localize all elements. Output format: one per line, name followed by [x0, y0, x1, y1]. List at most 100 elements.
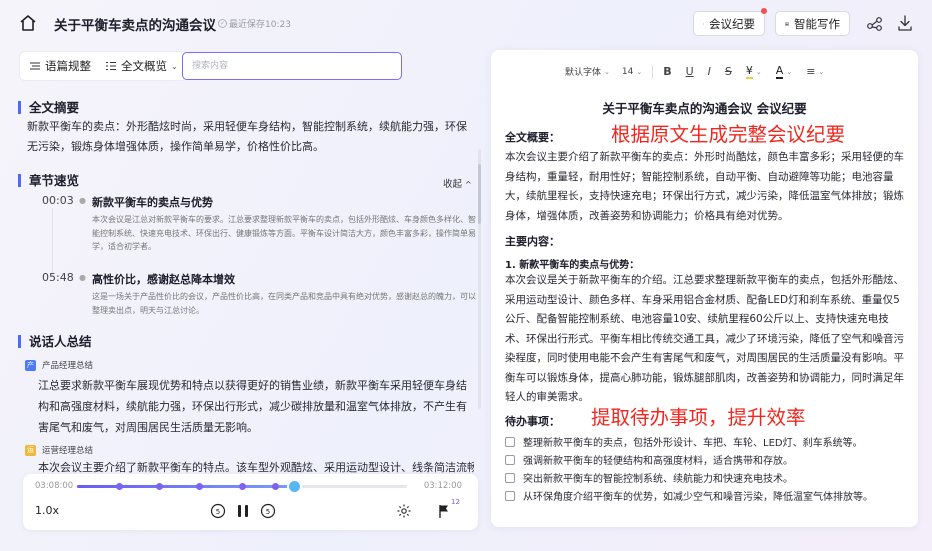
home-icon[interactable]: [18, 13, 38, 33]
chapter-title: 高性价比，感谢赵总降本增效: [92, 273, 235, 286]
share-icon[interactable]: [864, 12, 886, 34]
main-subheading: 1. 新款平衡车的卖点与优势：: [505, 260, 640, 271]
chapter-time[interactable]: 05:48: [42, 271, 74, 284]
todo-item[interactable]: 从环保角度介绍平衡车的优势，如减少空气和噪音污染，降低温室气体排放等。: [505, 488, 873, 503]
chevron-down-icon: ⌄: [818, 67, 825, 76]
todo-heading: 待办事项：: [505, 415, 560, 428]
overview-text[interactable]: 本次会议主要介绍了新款平衡车的卖点：外形时尚酷炫，颜色丰富多彩；采用轻便的车身结…: [505, 148, 905, 226]
total-time: 03:12:00: [423, 481, 462, 491]
font-color-icon: A: [775, 64, 784, 79]
chevron-down-icon: ⌄: [171, 61, 178, 71]
chapter-marker[interactable]: [116, 483, 124, 490]
summary-text: 新款平衡车的卖点：外形酷炫时尚，采用轻便车身结构，智能控制系统，续航能力强，环保…: [27, 120, 467, 153]
chevron-down-icon: ⌄: [604, 67, 610, 76]
ai-write-icon: AI: [785, 21, 789, 25]
strikethrough-button[interactable]: S: [725, 65, 732, 78]
forward-icon[interactable]: 5: [259, 502, 277, 520]
todo-checkbox[interactable]: [505, 490, 515, 501]
chapter-marker[interactable]: [156, 483, 163, 490]
progress-track[interactable]: [77, 481, 407, 492]
speaker-avatar: 产: [25, 359, 36, 371]
svg-text:AI: AI: [786, 23, 789, 25]
chapter-timeline: [52, 208, 53, 276]
overview-dropdown[interactable]: 全文概览 ⌄: [105, 58, 178, 74]
chapter-marker[interactable]: [195, 483, 203, 490]
todo-text: 强调新款平衡车的轻便结构和高强度材料，适合携带和存放。: [523, 456, 793, 467]
speed-button[interactable]: 1.0x: [35, 504, 59, 517]
align-icon: ≡: [806, 65, 816, 78]
scrollbar[interactable]: [478, 149, 481, 409]
collapse-label: 收起: [443, 179, 463, 190]
pause-icon[interactable]: [234, 502, 252, 520]
chapter-marker[interactable]: [238, 483, 246, 490]
check-circle-icon: ✓: [218, 19, 227, 28]
download-icon[interactable]: [894, 12, 916, 34]
rewind-icon[interactable]: 5: [209, 502, 227, 520]
italic-button[interactable]: I: [708, 65, 711, 78]
chapter-desc: 这是一场关于产品性价比的会议，产品性价比高，在同类产品和竞品中具有绝对优势，感谢…: [92, 292, 476, 315]
speaker-name: 产品经理总结: [42, 361, 94, 371]
collapse-button[interactable]: 收起 ^: [443, 176, 472, 190]
overview-icon: [106, 62, 116, 70]
current-time: 03:08:00: [35, 481, 74, 491]
audio-player: 03:08:00 03:12:00 1.0x 5 5 12: [23, 474, 478, 530]
chapter-dot: ●: [79, 196, 86, 205]
todo-text: 从环保角度介绍平衡车的优势，如减少空气和噪音污染，降低温室气体排放等。: [523, 492, 873, 503]
chapters-title: 章节速览: [18, 174, 79, 187]
highlight-icon: ¥: [745, 64, 753, 79]
font-color-button[interactable]: A ⌄: [775, 64, 793, 79]
progress-knob[interactable]: [289, 481, 301, 492]
chevron-down-icon: ⌄: [755, 67, 762, 76]
chapter-marker[interactable]: [271, 483, 279, 490]
scrollbar-thumb[interactable]: [478, 164, 481, 224]
todo-checkbox[interactable]: [505, 454, 515, 465]
progress-fill: [77, 485, 295, 488]
divider: [652, 65, 654, 78]
left-toolbar-group: 语篇规整 全文概览 ⌄: [20, 52, 187, 80]
font-family-select[interactable]: 默认字体 ⌄: [565, 65, 610, 79]
align-button[interactable]: ≡ ⌄: [806, 65, 824, 78]
main-text[interactable]: 本次会议是关于新款平衡车的介绍。江总要求整理新款平衡车的卖点，包括外形酷炫、采用…: [505, 271, 905, 408]
todo-item[interactable]: 突出新款平衡车的智能控制系统、续航能力和快速充电技术。: [505, 470, 793, 485]
settings-icon[interactable]: [395, 502, 413, 520]
chapter-dot: ●: [79, 273, 86, 282]
speaker-name: 运营经理总结: [42, 446, 94, 456]
regulate-label: 语篇规整: [45, 59, 91, 73]
speakers-title: 说话人总结: [18, 335, 92, 348]
mark-count: 12: [451, 498, 460, 506]
todo-checkbox[interactable]: [505, 472, 515, 483]
chapter-title: 新款平衡车的卖点与优势: [92, 196, 213, 209]
summary-title: 全文摘要: [18, 101, 79, 114]
ai-write-button[interactable]: AI 智能写作: [775, 11, 850, 36]
todo-item[interactable]: 整理新款平衡车的卖点，包括外形设计、车把、车轮、LED灯、刹车系统等。: [505, 434, 863, 449]
annotation-todo: 提取待办事项，提升效率: [591, 406, 806, 429]
todo-item[interactable]: 强调新款平衡车的轻便结构和高强度材料，适合携带和存放。: [505, 452, 793, 467]
search-input[interactable]: [182, 52, 402, 80]
chapter-time[interactable]: 00:03: [42, 194, 74, 207]
transcript-panel: 语篇规整 全文概览 ⌄ 全文摘要 新款平衡车的卖点：外形酷炫时尚，采用轻便车身结…: [11, 44, 489, 528]
left-toolbar: 语篇规整 全文概览 ⌄: [20, 52, 187, 80]
underline-button[interactable]: U: [686, 65, 694, 78]
font-size-value: 14: [621, 66, 634, 77]
meeting-minutes-button[interactable]: 会议纪要: [693, 8, 767, 36]
bold-button[interactable]: B: [663, 65, 671, 78]
speaker-summary: 江总要求新款平衡车展现优势和特点以获得更好的销售业绩，新款平衡车采用轻便车身结构…: [38, 379, 467, 434]
todo-text: 突出新款平衡车的智能控制系统、续航能力和快速充电技术。: [523, 474, 793, 485]
app-window: 关于平衡车卖点的沟通会议 ✓ 最近保存10:23 会议纪要 AI 智能写作 语篇…: [0, 0, 932, 551]
regulate-button[interactable]: 语篇规整: [29, 58, 91, 74]
save-status: ✓ 最近保存10:23: [218, 17, 291, 30]
speaker-header: 运 运营经理总结: [25, 444, 93, 456]
font-size-select[interactable]: 14 ⌄: [622, 67, 642, 77]
todo-text: 整理新款平衡车的卖点，包括外形设计、车把、车轮、LED灯、刹车系统等。: [523, 438, 863, 449]
overview-label: 全文概览: [121, 59, 167, 73]
svg-text:5: 5: [216, 508, 220, 516]
notification-dot: [761, 8, 767, 14]
overview-heading: 全文概要：: [505, 131, 560, 144]
meeting-minutes-label: 会议纪要: [709, 16, 755, 31]
annotation-generate: 根据原文生成完整会议纪要: [611, 123, 846, 146]
chevron-down-icon: ⌄: [786, 67, 793, 76]
chevron-down-icon: ⌄: [636, 67, 643, 76]
highlight-button[interactable]: ¥ ⌄: [745, 64, 762, 79]
font-family-value: 默认字体: [565, 68, 602, 78]
todo-checkbox[interactable]: [505, 436, 515, 447]
